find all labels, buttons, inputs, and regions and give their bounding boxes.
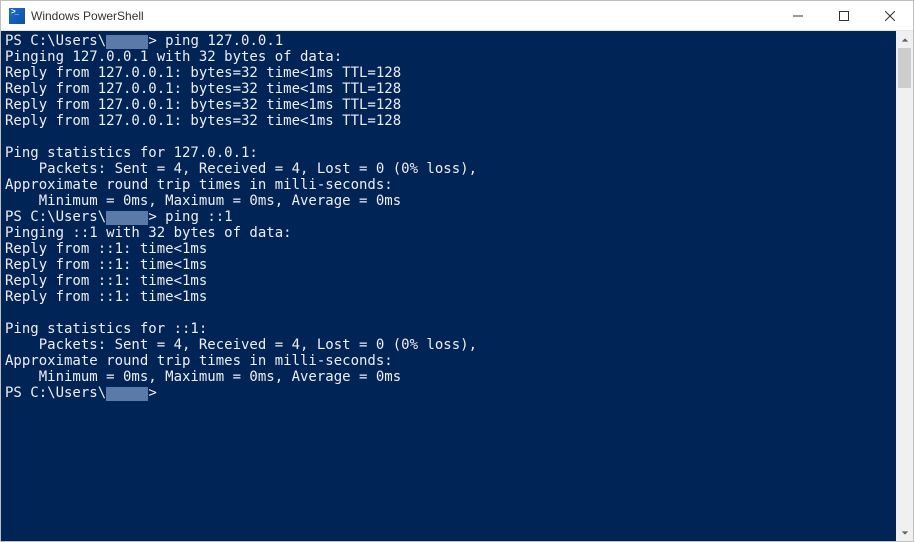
terminal-output[interactable]: PS C:\Users\█████> ping 127.0.0.1Pinging… — [1, 31, 896, 541]
terminal-output-line: Reply from 127.0.0.1: bytes=32 time<1ms … — [5, 97, 892, 113]
minimize-button[interactable] — [775, 1, 821, 30]
redacted-username: █████ — [106, 35, 148, 49]
scrollbar-thumb[interactable] — [898, 48, 911, 88]
scroll-up-button[interactable] — [896, 31, 913, 48]
terminal-output-line: Reply from 127.0.0.1: bytes=32 time<1ms … — [5, 113, 892, 129]
terminal-output-line: Minimum = 0ms, Maximum = 0ms, Average = … — [5, 369, 892, 385]
terminal-output-line: Reply from 127.0.0.1: bytes=32 time<1ms … — [5, 81, 892, 97]
vertical-scrollbar[interactable] — [896, 31, 913, 541]
prompt-suffix: > — [148, 33, 165, 49]
terminal-output-line: Reply from ::1: time<1ms — [5, 241, 892, 257]
terminal-prompt-line: PS C:\Users\█████> ping ::1 — [5, 209, 892, 225]
window-titlebar[interactable]: Windows PowerShell — [1, 1, 913, 31]
terminal-prompt-line: PS C:\Users\█████> ping 127.0.0.1 — [5, 33, 892, 49]
terminal-output-line: Ping statistics for 127.0.0.1: — [5, 145, 892, 161]
prompt-prefix: PS C:\Users\ — [5, 385, 106, 401]
terminal-output-line — [5, 305, 892, 321]
command-text: ping ::1 — [165, 209, 232, 225]
command-text: ping 127.0.0.1 — [165, 33, 283, 49]
powershell-icon — [9, 8, 25, 24]
scroll-down-button[interactable] — [896, 524, 913, 541]
terminal-output-line: Ping statistics for ::1: — [5, 321, 892, 337]
redacted-username: █████ — [106, 211, 148, 225]
terminal-output-line: Reply from ::1: time<1ms — [5, 289, 892, 305]
terminal-prompt-line: PS C:\Users\█████> — [5, 385, 892, 401]
prompt-suffix: > — [148, 209, 165, 225]
terminal-output-line: Packets: Sent = 4, Received = 4, Lost = … — [5, 161, 892, 177]
terminal-output-line: Approximate round trip times in milli-se… — [5, 177, 892, 193]
terminal-output-line: Pinging ::1 with 32 bytes of data: — [5, 225, 892, 241]
prompt-prefix: PS C:\Users\ — [5, 33, 106, 49]
terminal-output-line: Reply from ::1: time<1ms — [5, 257, 892, 273]
terminal-output-line: Approximate round trip times in milli-se… — [5, 353, 892, 369]
terminal-output-line: Pinging 127.0.0.1 with 32 bytes of data: — [5, 49, 892, 65]
prompt-suffix: > — [148, 385, 165, 401]
terminal-output-line: Minimum = 0ms, Maximum = 0ms, Average = … — [5, 193, 892, 209]
terminal-output-line: Reply from ::1: time<1ms — [5, 273, 892, 289]
maximize-button[interactable] — [821, 1, 867, 30]
close-button[interactable] — [867, 1, 913, 30]
scrollbar-track[interactable] — [896, 48, 913, 524]
terminal-output-line: Reply from 127.0.0.1: bytes=32 time<1ms … — [5, 65, 892, 81]
window-title: Windows PowerShell — [31, 9, 144, 23]
redacted-username: █████ — [106, 387, 148, 401]
prompt-prefix: PS C:\Users\ — [5, 209, 106, 225]
terminal-output-line: Packets: Sent = 4, Received = 4, Lost = … — [5, 337, 892, 353]
terminal-output-line — [5, 129, 892, 145]
